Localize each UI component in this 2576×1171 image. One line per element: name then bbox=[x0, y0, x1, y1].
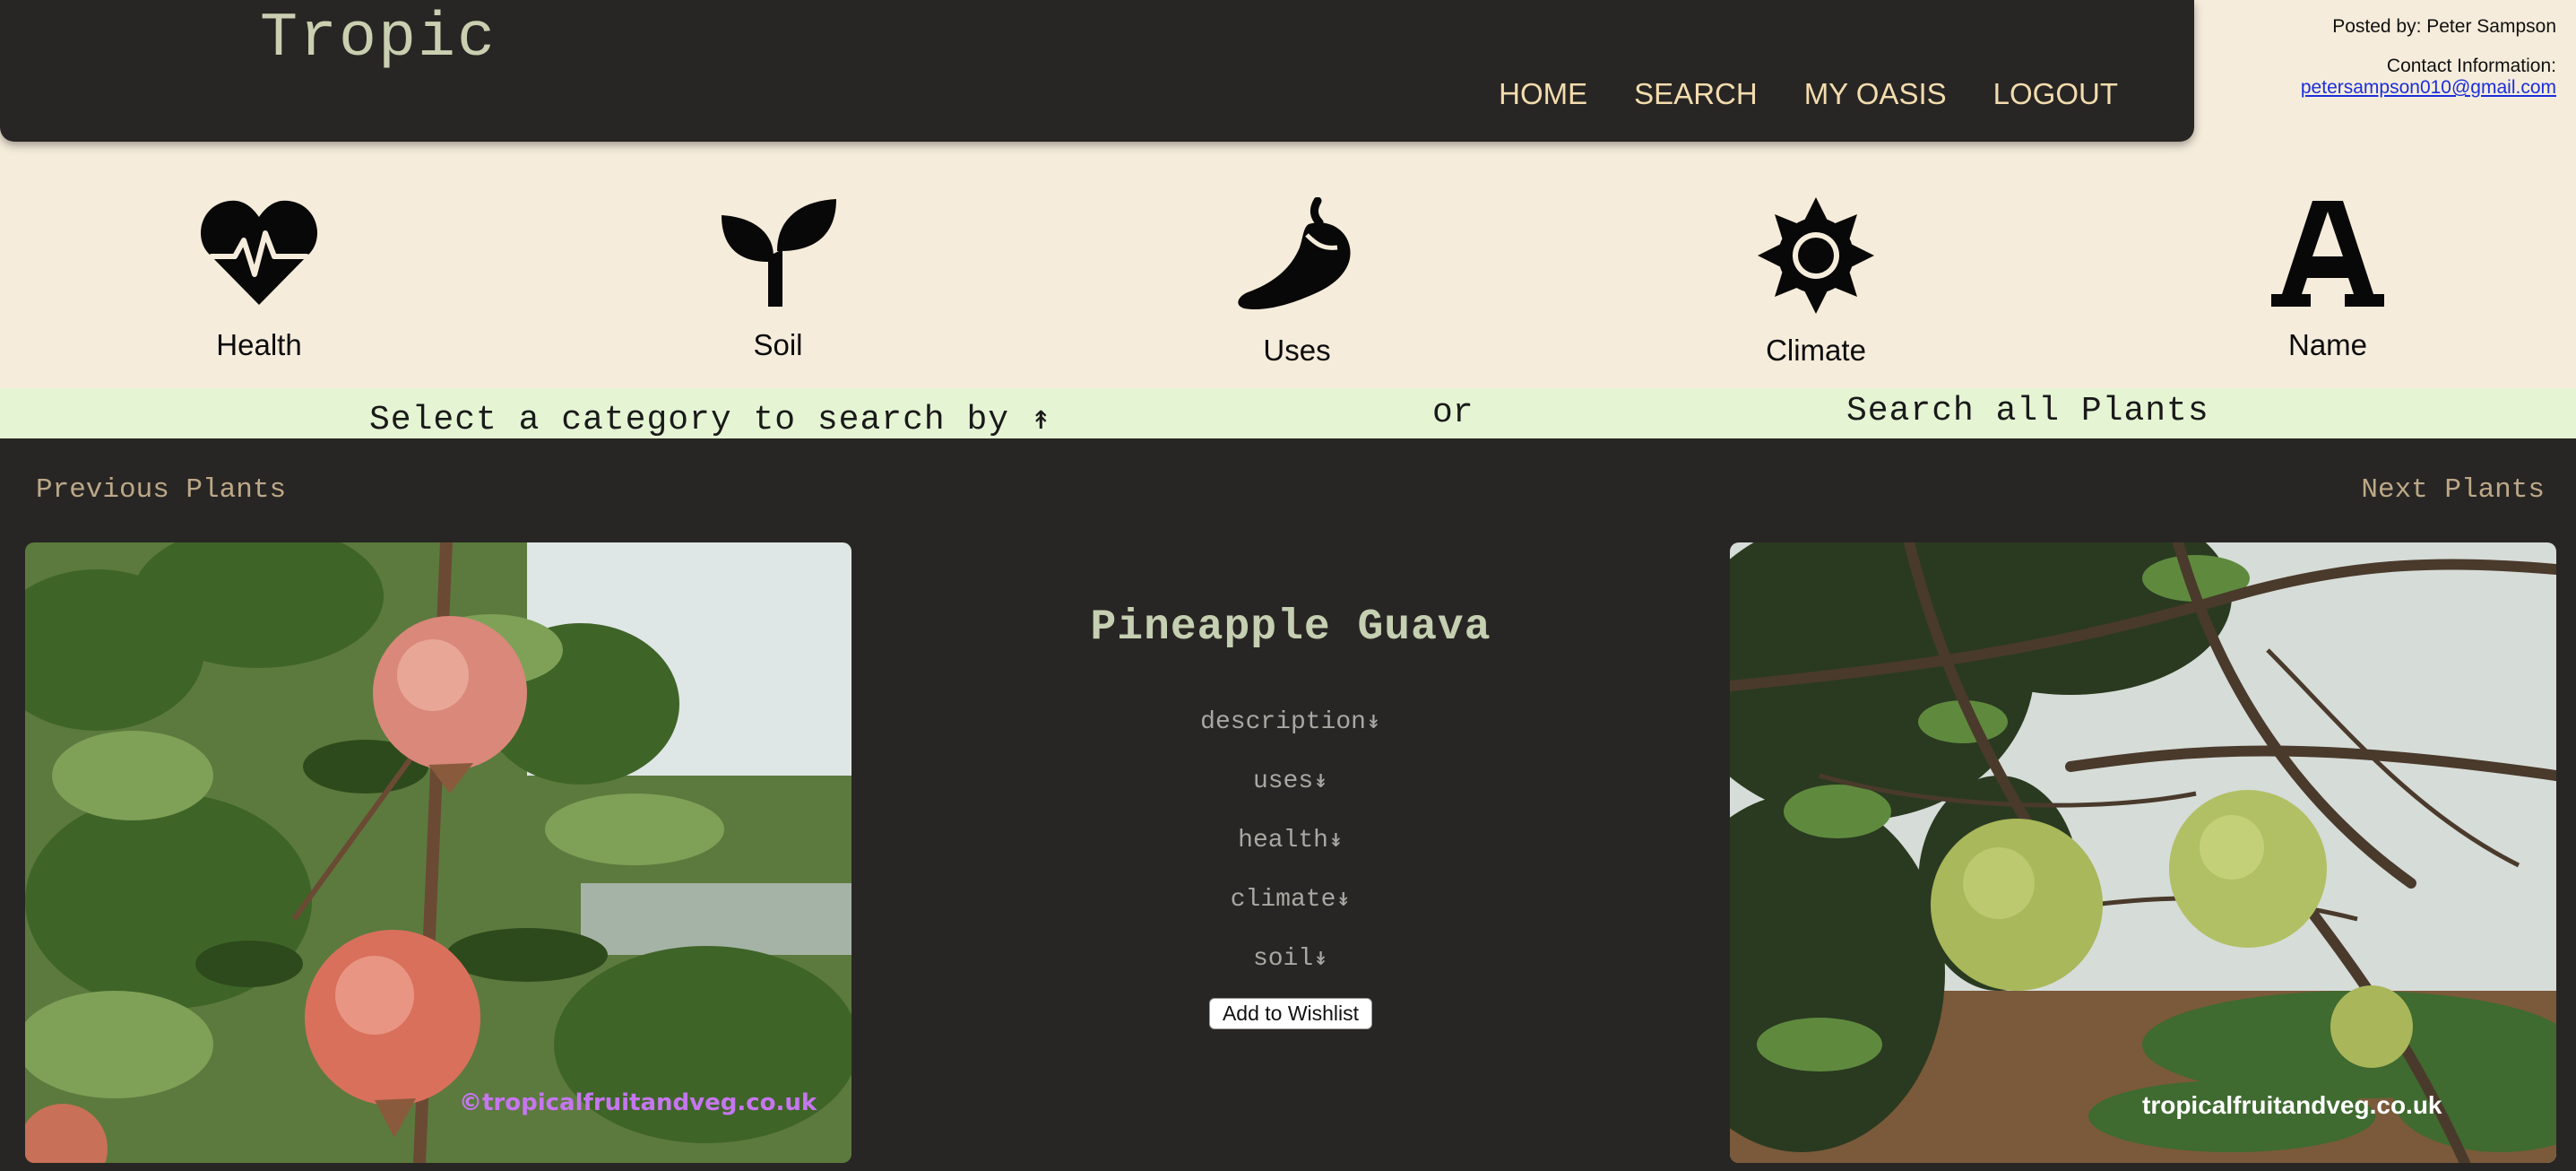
category-name[interactable]: Name bbox=[2238, 197, 2417, 362]
next-plants-link[interactable]: Next Plants bbox=[2361, 474, 2545, 506]
category-label: Health bbox=[216, 328, 302, 361]
detail-toggles: description↡ uses↡ health↡ climate↡ soil… bbox=[932, 707, 1649, 1003]
add-to-wishlist-button[interactable]: Add to Wishlist bbox=[1208, 998, 1373, 1029]
uses-toggle[interactable]: uses↡ bbox=[932, 767, 1649, 826]
nav-my-oasis[interactable]: MY OASIS bbox=[1804, 77, 1947, 111]
letter-a-icon bbox=[2271, 201, 2384, 307]
nav-search[interactable]: SEARCH bbox=[1634, 77, 1758, 111]
health-toggle[interactable]: health↡ bbox=[932, 826, 1649, 885]
nav-logout[interactable]: LOGOUT bbox=[1993, 77, 2118, 111]
heartbeat-icon bbox=[201, 200, 317, 305]
contact-email-link[interactable]: petersampson010@gmail.com bbox=[2301, 77, 2556, 98]
nav-home[interactable]: HOME bbox=[1499, 77, 1587, 111]
climate-toggle[interactable]: climate↡ bbox=[932, 885, 1649, 944]
pepper-icon bbox=[1238, 197, 1351, 310]
category-label: Soil bbox=[753, 328, 803, 361]
category-climate[interactable]: Climate bbox=[1726, 197, 1906, 368]
category-label: Uses bbox=[1263, 334, 1331, 367]
description-toggle[interactable]: description↡ bbox=[932, 707, 1649, 767]
header-bar: Tropic HOME SEARCH MY OASIS LOGOUT bbox=[0, 0, 2194, 142]
posted-by: Posted by: Peter Sampson bbox=[2332, 16, 2556, 37]
contact-info: Posted by: Peter Sampson Contact Informa… bbox=[2301, 16, 2556, 99]
seedling-icon bbox=[722, 199, 836, 307]
plant-details: Pineapple Guava description↡ uses↡ healt… bbox=[932, 542, 1649, 1029]
or-separator: or bbox=[1432, 394, 1474, 432]
category-health[interactable]: Health bbox=[169, 197, 349, 362]
sun-icon bbox=[1758, 197, 1874, 314]
contact-label: Contact Information: bbox=[2386, 56, 2556, 76]
plant-name: Pineapple Guava bbox=[1090, 603, 1491, 652]
category-soil[interactable]: Soil bbox=[688, 197, 868, 362]
main-nav: HOME SEARCH MY OASIS LOGOUT bbox=[1499, 77, 2118, 111]
photo-watermark: tropicalfruitandveg.co.uk bbox=[2142, 1091, 2442, 1119]
soil-toggle[interactable]: soil↡ bbox=[932, 944, 1649, 1003]
search-all-plants-link[interactable]: Search all Plants bbox=[1846, 392, 2209, 430]
site-logo[interactable]: Tropic bbox=[260, 4, 497, 74]
category-label: Name bbox=[2287, 328, 2368, 361]
category-uses[interactable]: Uses bbox=[1207, 197, 1387, 368]
select-category-prompt: Select a category to search by ↟ bbox=[369, 401, 1052, 439]
search-strip: Select a category to search by ↟ or Sear… bbox=[0, 388, 2576, 439]
previous-plants-link[interactable]: Previous Plants bbox=[36, 474, 286, 506]
photo-watermark: ©tropicalfruitandveg.co.uk bbox=[459, 1089, 817, 1116]
plant-photo-left: ©tropicalfruitandveg.co.uk bbox=[25, 542, 851, 1163]
category-label: Climate bbox=[1766, 334, 1866, 367]
plant-photo-right: tropicalfruitandveg.co.uk bbox=[1730, 542, 2556, 1163]
plant-browser: Previous Plants Next Plants ©tropicalfru… bbox=[0, 438, 2576, 1171]
